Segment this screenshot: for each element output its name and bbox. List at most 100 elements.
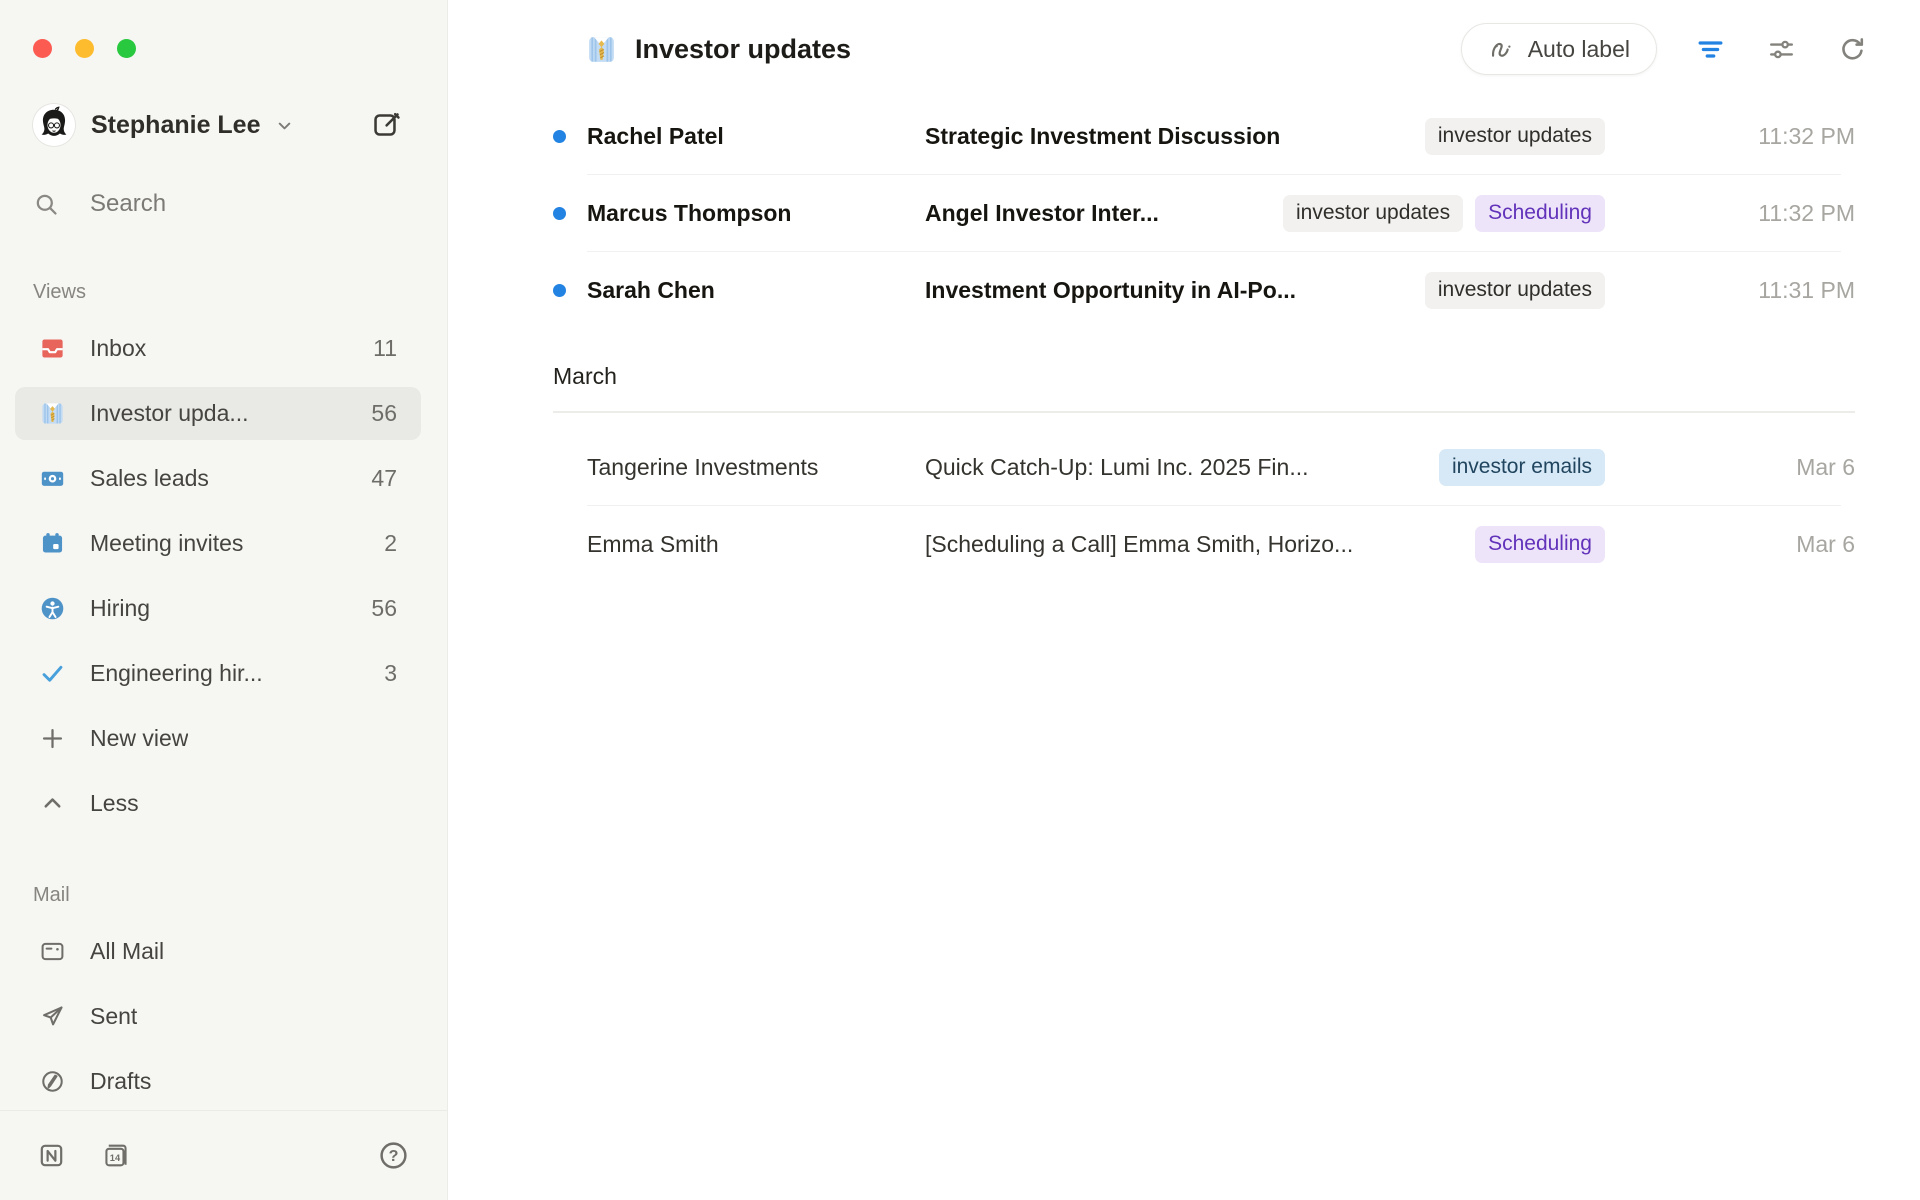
sidebar-item-label: Inbox: [90, 335, 146, 362]
sidebar-item-label: All Mail: [90, 938, 164, 965]
sidebar-item-label: Sent: [90, 1003, 137, 1030]
profile-name: Stephanie Lee: [91, 111, 261, 140]
sidebar-item-label: Sales leads: [90, 465, 209, 492]
sidebar-item-all-mail[interactable]: All Mail: [15, 925, 421, 978]
email-subject: Investment Opportunity in AI-Po...: [925, 277, 1296, 304]
sidebar-item-label: Drafts: [90, 1068, 151, 1095]
email-subject: Angel Investor Inter...: [925, 200, 1159, 227]
sidebar-item-inbox[interactable]: Inbox 11: [15, 322, 421, 375]
email-row[interactable]: Marcus ThompsonAngel Investor Inter...in…: [553, 175, 1855, 252]
group-divider: [553, 411, 1855, 413]
plus-icon: [39, 725, 66, 752]
auto-label-icon: [1488, 36, 1515, 63]
item-count-badge: 2: [384, 530, 397, 557]
item-count-badge: 11: [373, 335, 397, 362]
auto-label-text: Auto label: [1528, 36, 1630, 63]
search-icon: [33, 191, 60, 218]
view-header: Investor updates Auto label: [448, 0, 1920, 98]
unread-dot: [553, 284, 566, 297]
tag-pill: investor emails: [1439, 449, 1605, 485]
email-row[interactable]: Tangerine InvestmentsQuick Catch-Up: Lum…: [553, 429, 1855, 506]
email-row[interactable]: Rachel PatelStrategic Investment Discuss…: [553, 98, 1855, 175]
email-row[interactable]: Emma Smith[Scheduling a Call] Emma Smith…: [553, 506, 1855, 583]
zoom-button[interactable]: [117, 39, 136, 58]
necktie-icon: [585, 33, 618, 66]
close-button[interactable]: [33, 39, 52, 58]
sidebar-item-sent[interactable]: Sent: [15, 990, 421, 1043]
filter-button[interactable]: [1695, 34, 1726, 65]
email-tags: Scheduling: [1455, 526, 1605, 562]
calendar-blue-icon: [39, 530, 66, 557]
necktie-icon: [39, 400, 66, 427]
refresh-icon: [1837, 34, 1868, 65]
item-count-badge: 47: [371, 465, 397, 492]
avatar-illustration: [33, 104, 75, 146]
sidebar-item-label: Investor upda...: [90, 400, 249, 427]
email-subject: Strategic Investment Discussion: [925, 123, 1280, 150]
compose-icon[interactable]: [371, 109, 403, 141]
page-title: Investor updates: [635, 34, 851, 65]
calendar-app-icon[interactable]: 14: [101, 1140, 132, 1171]
unread-indicator-column: [553, 130, 587, 143]
email-sender: Sarah Chen: [587, 277, 925, 304]
header-actions: Auto label: [1461, 23, 1868, 75]
sidebar-item-drafts[interactable]: Drafts: [15, 1055, 421, 1108]
tag-pill: Scheduling: [1475, 195, 1605, 231]
auto-label-button[interactable]: Auto label: [1461, 23, 1657, 75]
sidebar-item-less[interactable]: Less: [15, 777, 421, 830]
view-options-button[interactable]: [1766, 34, 1797, 65]
chevron-up-icon: [39, 790, 66, 817]
sidebar-item-new-view[interactable]: New view: [15, 712, 421, 765]
item-count-badge: 56: [371, 595, 397, 622]
section-label-mail: Mail: [33, 884, 447, 907]
email-list: Rachel PatelStrategic Investment Discuss…: [448, 98, 1920, 1200]
profile-menu[interactable]: Stephanie Lee: [33, 99, 427, 151]
sidebar-footer: 14 ?: [0, 1110, 447, 1200]
app-window: Stephanie Lee Search Views Inbox 11 Investo…: [0, 0, 1920, 1200]
money-icon: [39, 465, 66, 492]
sidebar: Stephanie Lee Search Views Inbox 11 Investo…: [0, 0, 448, 1200]
tag-pill: investor updates: [1425, 272, 1605, 308]
chevron-down-icon: [273, 114, 296, 137]
email-sender: Emma Smith: [587, 531, 925, 558]
inbox-icon: [39, 335, 66, 362]
person-circle-icon: [39, 595, 66, 622]
search-input[interactable]: Search: [33, 181, 427, 227]
email-time: Mar 6: [1605, 454, 1855, 481]
tag-pill: Scheduling: [1475, 526, 1605, 562]
send-icon: [39, 1003, 66, 1030]
sidebar-item-engineering-hir[interactable]: Engineering hir...3: [15, 647, 421, 700]
filter-icon: [1695, 34, 1726, 65]
unread-indicator-column: [553, 207, 587, 220]
svg-text:14: 14: [110, 1153, 121, 1163]
toolbar: [1695, 34, 1868, 65]
email-subject: Quick Catch-Up: Lumi Inc. 2025 Fin...: [925, 454, 1309, 481]
unread-dot: [553, 207, 566, 220]
sidebar-item-hiring[interactable]: Hiring56: [15, 582, 421, 635]
sidebar-item-list: All Mail Sent Drafts: [0, 925, 447, 1108]
sidebar-sections: Views Inbox 11 Investor upda... 56 Sales lead…: [0, 281, 447, 1108]
sidebar-item-list: Inbox 11 Investor upda... 56 Sales leads 47 Me…: [0, 322, 447, 830]
refresh-button[interactable]: [1837, 34, 1868, 65]
section-label-views: Views: [33, 281, 447, 304]
help-icon[interactable]: ?: [378, 1140, 409, 1171]
email-time: 11:32 PM: [1605, 123, 1855, 150]
footer-apps: 14: [36, 1140, 132, 1171]
sidebar-item-investor-upda[interactable]: Investor upda... 56: [15, 387, 421, 440]
notion-logo-icon[interactable]: [36, 1140, 67, 1171]
email-sender: Marcus Thompson: [587, 200, 925, 227]
sidebar-item-meeting-invites[interactable]: Meeting invites2: [15, 517, 421, 570]
traffic-lights: [0, 0, 447, 58]
minimize-button[interactable]: [75, 39, 94, 58]
item-count-badge: 3: [384, 660, 397, 687]
email-time: Mar 6: [1605, 531, 1855, 558]
email-tags: investor updates: [1405, 118, 1605, 154]
email-sender: Tangerine Investments: [587, 454, 925, 481]
item-count-badge: 56: [371, 400, 397, 427]
email-row[interactable]: Sarah ChenInvestment Opportunity in AI-P…: [553, 252, 1855, 329]
tag-pill: investor updates: [1425, 118, 1605, 154]
sidebar-item-sales-leads[interactable]: Sales leads 47: [15, 452, 421, 505]
email-sender: Rachel Patel: [587, 123, 925, 150]
mail-icon: [39, 938, 66, 965]
sidebar-item-label: New view: [90, 725, 188, 752]
